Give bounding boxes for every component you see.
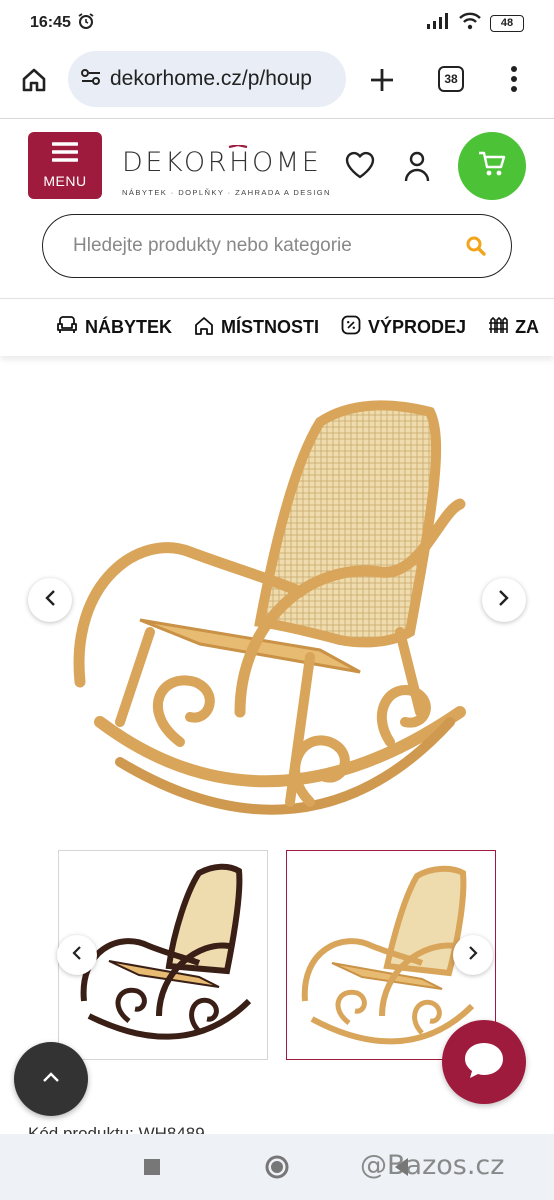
rocking-chair-image [73, 400, 466, 815]
home-icon[interactable] [20, 66, 48, 94]
product-gallery [0, 360, 554, 840]
address-bar[interactable]: dekorhome.cz/p/houp [68, 51, 346, 107]
status-bar: 16:45 48 [0, 0, 554, 46]
chevron-right-icon [497, 589, 511, 612]
home-icon [194, 316, 214, 340]
chevron-right-icon [467, 945, 479, 966]
site-settings-icon[interactable] [80, 67, 102, 92]
svg-text:DEKORHOME: DEKORHOME [122, 147, 321, 177]
cart-button[interactable] [458, 132, 526, 200]
category-label: VÝPRODEJ [368, 317, 467, 337]
category-label: NÁBYTEK [85, 317, 173, 337]
gallery-prev-button[interactable] [28, 578, 72, 622]
search-icon[interactable] [465, 235, 487, 262]
menu-label: MENU [43, 173, 87, 189]
logo-wordmark-icon: DEKORHOME [122, 143, 321, 178]
category-item-zahrada[interactable]: ZA [488, 316, 539, 339]
new-tab-icon[interactable] [368, 66, 396, 94]
hamburger-icon [51, 142, 79, 167]
site-logo[interactable]: DEKORHOME NÁBYTEK · DOPLŇKY · ZAHRADA A … [122, 143, 331, 197]
logo-text: DEKORHOME [122, 143, 322, 184]
chat-bubble-icon [462, 1040, 506, 1085]
menu-button[interactable]: MENU [28, 132, 102, 199]
percent-icon [341, 315, 361, 340]
account-user-icon[interactable] [404, 150, 430, 182]
toolbar-divider [0, 118, 554, 119]
category-item-nabytek[interactable]: NÁBYTEK [56, 316, 172, 339]
wifi-icon [458, 12, 482, 35]
status-time: 16:45 [30, 14, 71, 31]
alarm-icon [77, 12, 95, 35]
recent-apps-icon[interactable] [143, 1158, 161, 1181]
product-search [42, 214, 512, 278]
thumbnails-next-button[interactable] [453, 935, 493, 975]
tab-count: 38 [438, 66, 464, 92]
browser-toolbar: dekorhome.cz/p/houp 38 [0, 46, 554, 116]
category-label: MÍSTNOSTI [221, 317, 320, 337]
logo-tagline: NÁBYTEK · DOPLŇKY · ZAHRADA A DESIGN [122, 188, 331, 197]
battery-icon: 48 [490, 14, 524, 32]
shopping-cart-icon [477, 150, 507, 183]
more-menu-icon[interactable] [510, 66, 518, 92]
screen: 16:45 48 dekorhome.cz/p/houp 38 MENU DEK… [0, 0, 554, 1200]
category-item-mistnosti[interactable]: MÍSTNOSTI [194, 316, 319, 340]
category-nav: NÁBYTEK MÍSTNOSTI VÝPRODEJ ZA [0, 298, 554, 356]
chevron-up-icon [42, 1070, 60, 1088]
search-input[interactable] [73, 235, 443, 257]
gallery-next-button[interactable] [482, 578, 526, 622]
signal-icon [426, 12, 450, 34]
url-text: dekorhome.cz/p/houp [110, 67, 312, 90]
watermark: @Bazos.cz [360, 1150, 505, 1181]
chat-button[interactable] [442, 1020, 526, 1104]
scroll-to-top-button[interactable] [14, 1042, 88, 1116]
category-label: ZA [515, 317, 540, 337]
armchair-icon [56, 316, 78, 339]
garden-fence-icon [488, 316, 508, 339]
tab-switcher-button[interactable]: 38 [438, 66, 464, 92]
wishlist-heart-icon[interactable] [344, 150, 376, 180]
chevron-left-icon [71, 945, 83, 966]
system-home-icon[interactable] [264, 1154, 290, 1185]
chevron-left-icon [43, 589, 57, 612]
category-item-vyprodej[interactable]: VÝPRODEJ [341, 315, 466, 340]
thumbnails-prev-button[interactable] [57, 935, 97, 975]
thumbnail-dark-brown[interactable] [57, 850, 268, 1060]
